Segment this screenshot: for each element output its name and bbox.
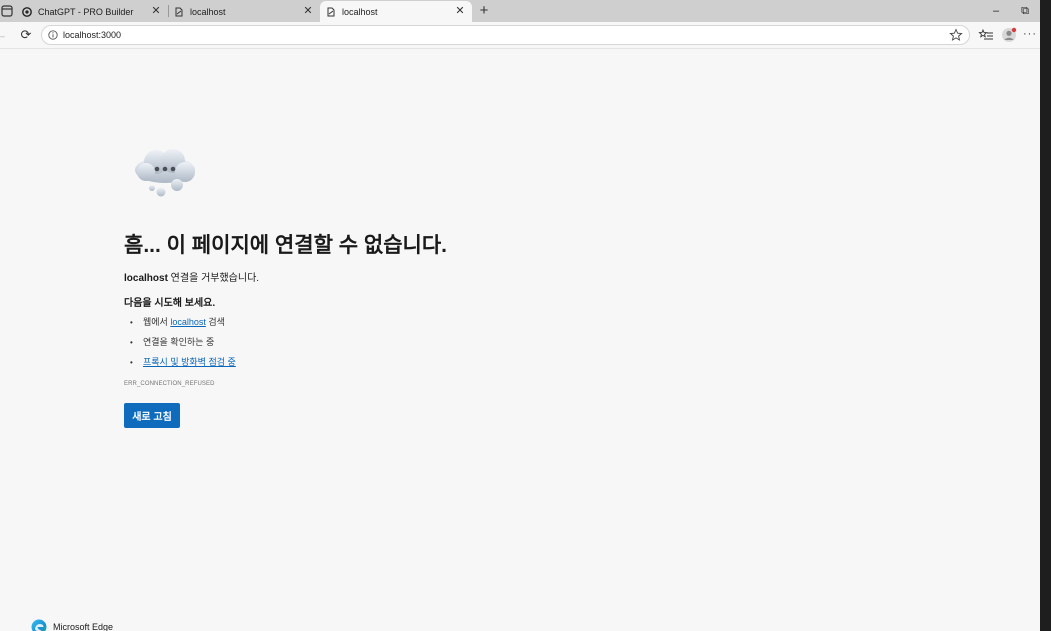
openai-icon (22, 6, 32, 17)
minimize-button[interactable]: – (986, 3, 1006, 19)
edge-logo-icon (31, 619, 47, 631)
back-button[interactable]: ← (0, 26, 10, 44)
edge-brand-name: Microsoft Edge (53, 622, 114, 631)
tab-localhost[interactable]: localhost ✕ (168, 1, 320, 22)
page-broken-icon (327, 7, 335, 16)
bullet: • (130, 318, 133, 327)
more-menu-button[interactable]: ··· (1022, 27, 1038, 43)
profile-avatar-icon[interactable] (1001, 27, 1017, 43)
check-connection-text: 연결을 확인하는 중 (143, 337, 215, 347)
new-tab-button[interactable]: + (476, 2, 492, 20)
bullet: • (130, 338, 133, 347)
close-icon[interactable]: ✕ (302, 6, 314, 17)
restore-button[interactable]: ⧉ (1015, 3, 1035, 19)
reload-button[interactable]: 새로 고침 (124, 403, 180, 428)
browser-window: ChatGPT - PRO Builder ✕ localhost ✕ loca… (0, 0, 1040, 631)
tab-localhost-active[interactable]: localhost ✕ (320, 1, 472, 22)
error-reason-text: 연결을 거부했습니다. (167, 273, 260, 284)
search-localhost-link[interactable]: localhost (170, 317, 206, 327)
tab-actions-icon[interactable] (0, 4, 14, 18)
info-icon[interactable] (48, 30, 58, 40)
error-title: 흠... 이 페이지에 연결할 수 없습니다. (124, 234, 447, 257)
error-reason: localhost 연결을 거부했습니다. (124, 269, 259, 284)
tab-title: ChatGPT - PRO Builder (38, 6, 134, 17)
tab-strip: ChatGPT - PRO Builder ✕ localhost ✕ loca… (0, 0, 1040, 22)
suggestions-heading: 다음을 시도해 보세요. (124, 298, 216, 309)
close-icon[interactable]: ✕ (150, 6, 162, 17)
error-page: 흠... 이 페이지에 연결할 수 없습니다. localhost 연결을 거부… (0, 49, 1040, 631)
reload-browser-button[interactable]: ⟳ (17, 26, 35, 44)
url-text[interactable]: localhost:3000 (63, 30, 949, 40)
page-broken-icon (175, 7, 183, 16)
search-suffix: 검색 (205, 317, 225, 327)
thinking-cloud-icon (135, 149, 195, 197)
proxy-firewall-link[interactable]: 프록시 및 방화벽 점검 중 (143, 357, 236, 367)
list-item: • 프록시 및 방화벽 점검 중 (130, 352, 236, 372)
error-host: localhost (124, 273, 168, 284)
close-icon[interactable]: ✕ (454, 6, 466, 17)
list-item: • 연결을 확인하는 중 (130, 332, 236, 352)
favorites-icon[interactable] (978, 27, 994, 43)
edge-branding: Microsoft Edge (31, 619, 113, 631)
address-bar[interactable]: localhost:3000 (41, 25, 970, 45)
bullet: • (130, 358, 133, 367)
search-prefix: 웹에서 (143, 317, 171, 327)
star-icon[interactable] (949, 28, 963, 42)
tab-chatgpt[interactable]: ChatGPT - PRO Builder ✕ (16, 1, 168, 22)
tab-title: localhost (190, 6, 226, 17)
tab-title: localhost (342, 6, 378, 17)
suggestions-list: • 웹에서 localhost 검색 • 연결을 확인하는 중 • 프록시 및 방화벽… (130, 312, 236, 372)
list-item: • 웹에서 localhost 검색 (130, 312, 236, 332)
error-code: ERR_CONNECTION_REFUSED (124, 381, 215, 387)
browser-toolbar: ← ⟳ localhost:3000 ··· (0, 22, 1040, 49)
